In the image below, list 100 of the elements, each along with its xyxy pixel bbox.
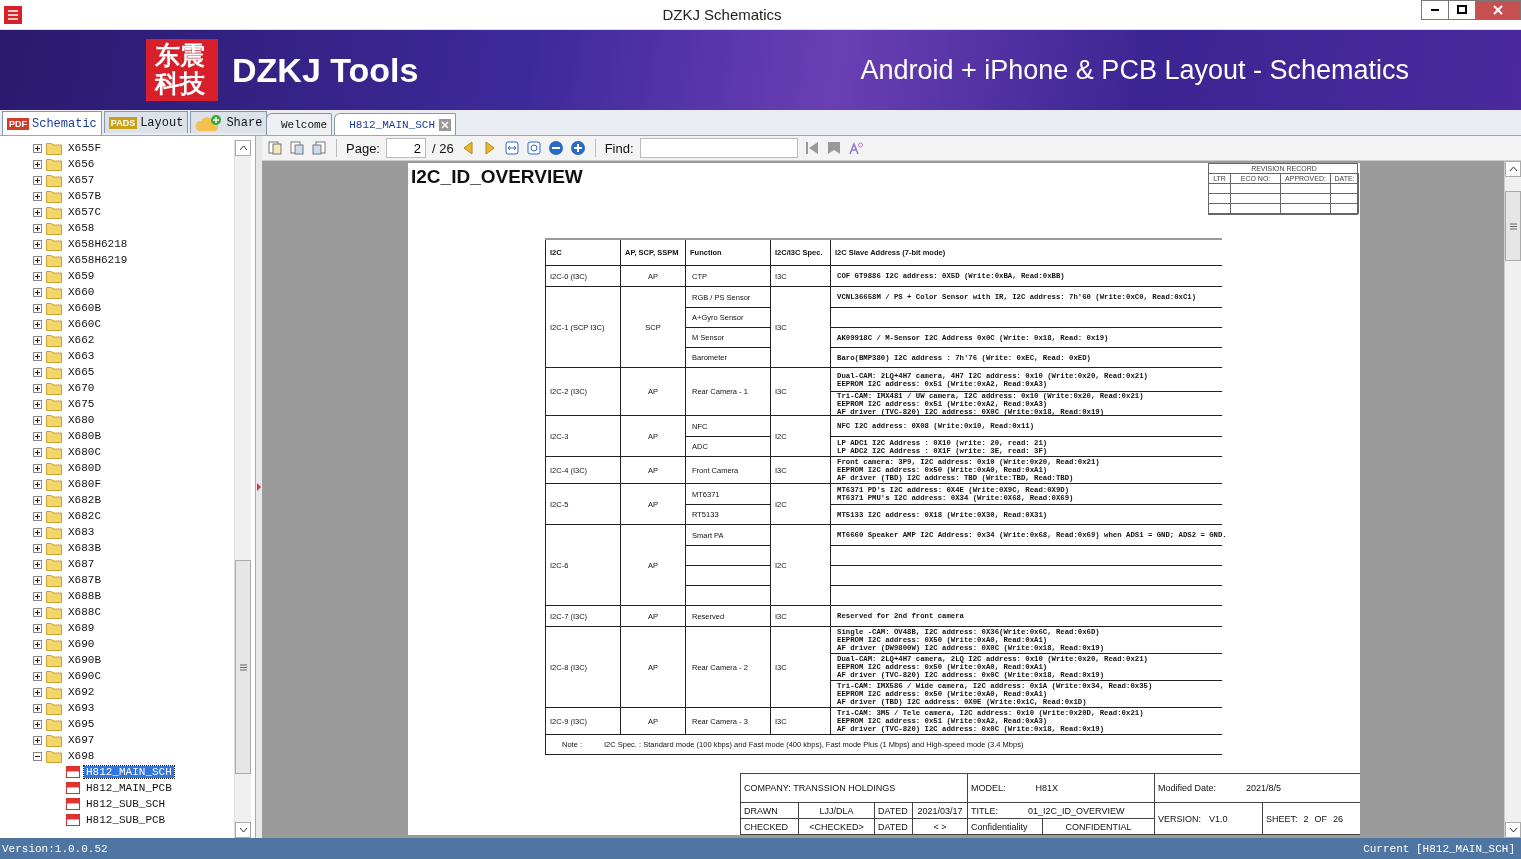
tree-item[interactable]: X698 [66, 750, 97, 762]
expand-icon[interactable] [33, 623, 42, 633]
tree-item[interactable]: H812_MAIN_SCH [84, 766, 174, 778]
font-icon[interactable] [847, 140, 864, 156]
tree-item[interactable]: X680F [66, 478, 103, 490]
tree-item[interactable]: X656 [66, 158, 97, 170]
tree-item[interactable]: X670 [66, 382, 97, 394]
tree-item[interactable]: X689 [66, 622, 97, 634]
tree-item[interactable]: X680C [66, 446, 103, 458]
tree-item[interactable]: X658H6219 [66, 254, 130, 266]
minimize-button[interactable] [1421, 0, 1449, 20]
scroll-down-icon[interactable] [1508, 827, 1518, 833]
expand-icon[interactable] [33, 431, 42, 441]
document-tab[interactable]: H812_MAIN_SCH [334, 113, 457, 135]
expand-icon[interactable] [33, 607, 42, 617]
tree-item[interactable]: H812_SUB_SCH [84, 798, 168, 810]
expand-icon[interactable] [33, 287, 42, 297]
expand-icon[interactable] [33, 511, 42, 521]
expand-icon[interactable] [33, 687, 42, 697]
expand-icon[interactable] [33, 351, 42, 361]
tree-item[interactable]: X663 [66, 350, 97, 362]
tree-item[interactable]: X680D [66, 462, 103, 474]
expand-icon[interactable] [33, 335, 42, 345]
first-match-icon[interactable] [803, 140, 820, 156]
expand-icon[interactable] [33, 719, 42, 729]
grip-icon[interactable] [239, 663, 247, 671]
tree-item[interactable]: X655F [66, 142, 103, 154]
close-icon[interactable] [439, 118, 452, 131]
expand-icon[interactable] [33, 207, 42, 217]
expand-icon[interactable] [33, 319, 42, 329]
tree-item[interactable]: X682B [66, 494, 103, 506]
tree-item[interactable]: X690 [66, 638, 97, 650]
tree-item[interactable]: X657C [66, 206, 103, 218]
expand-icon[interactable] [33, 735, 42, 745]
document-tab[interactable]: Welcome [266, 113, 333, 135]
expand-icon[interactable] [33, 159, 42, 169]
tree-item[interactable]: X680 [66, 414, 97, 426]
tree-item[interactable]: X658H6218 [66, 238, 130, 250]
expand-icon[interactable] [33, 591, 42, 601]
grip-icon[interactable] [1509, 222, 1517, 230]
scrollbar[interactable] [1504, 161, 1521, 838]
tree-item[interactable]: X660B [66, 302, 103, 314]
tree-item[interactable]: X690B [66, 654, 103, 666]
expand-icon[interactable] [33, 559, 42, 569]
copy-icon[interactable] [267, 140, 283, 156]
expand-icon[interactable] [33, 495, 42, 505]
tree-item[interactable]: H812_SUB_PCB [84, 814, 168, 826]
tree-item[interactable]: X680B [66, 430, 103, 442]
scroll-up-icon[interactable] [1508, 166, 1518, 172]
find-field[interactable] [639, 138, 798, 158]
tree-item[interactable]: X665 [66, 366, 97, 378]
tree-item[interactable]: X657 [66, 174, 97, 186]
bookmark-icon[interactable] [825, 140, 842, 156]
scrollbar[interactable] [234, 140, 251, 838]
fit-width-icon[interactable] [503, 140, 520, 156]
expand-icon[interactable] [33, 191, 42, 201]
scroll-up-icon[interactable] [238, 145, 248, 151]
tree-item[interactable]: X692 [66, 686, 97, 698]
scroll-down-icon[interactable] [238, 827, 248, 833]
expand-icon[interactable] [33, 655, 42, 665]
close-button[interactable] [1475, 0, 1521, 20]
tree-item[interactable]: X662 [66, 334, 97, 346]
tree-item[interactable]: X683 [66, 526, 97, 538]
expand-icon[interactable] [33, 527, 42, 537]
tree-item[interactable]: X695 [66, 718, 97, 730]
expand-icon[interactable] [33, 703, 42, 713]
sidebar-tab[interactable]: PDF Schematic [2, 111, 102, 135]
expand-icon[interactable] [33, 639, 42, 649]
sidebar-tab[interactable]: Share [190, 111, 268, 133]
expand-icon[interactable] [33, 143, 42, 153]
copy-icon[interactable] [289, 140, 305, 156]
expand-icon[interactable] [33, 575, 42, 585]
expand-icon[interactable] [33, 383, 42, 393]
tree-item[interactable]: X687 [66, 558, 97, 570]
tree-item[interactable]: X687B [66, 574, 103, 586]
expand-icon[interactable] [33, 175, 42, 185]
maximize-button[interactable] [1448, 0, 1476, 20]
expand-icon[interactable] [33, 239, 42, 249]
tree-item[interactable]: X693 [66, 702, 97, 714]
tree-item[interactable]: X659 [66, 270, 97, 282]
expand-icon[interactable] [33, 255, 42, 265]
expand-icon[interactable] [33, 671, 42, 681]
expand-icon[interactable] [33, 271, 42, 281]
tree-item[interactable]: X697 [66, 734, 97, 746]
expand-icon[interactable] [33, 479, 42, 489]
expand-icon[interactable] [33, 399, 42, 409]
tree-item[interactable]: X683B [66, 542, 103, 554]
expand-icon[interactable] [33, 303, 42, 313]
expand-icon[interactable] [33, 543, 42, 553]
sidebar-tab[interactable]: PADS Layout [103, 111, 189, 133]
copy-icon[interactable] [311, 140, 327, 156]
tree-item[interactable]: X657B [66, 190, 103, 202]
tree-item[interactable]: X688B [66, 590, 103, 602]
tree-item[interactable]: X690C [66, 670, 103, 682]
page-field[interactable]: 2 [386, 138, 426, 158]
collapse-icon[interactable] [33, 751, 42, 761]
tree-item[interactable]: H812_MAIN_PCB [84, 782, 174, 794]
expand-icon[interactable] [33, 223, 42, 233]
expand-icon[interactable] [33, 415, 42, 425]
splitter-arrow-icon[interactable] [257, 483, 261, 491]
